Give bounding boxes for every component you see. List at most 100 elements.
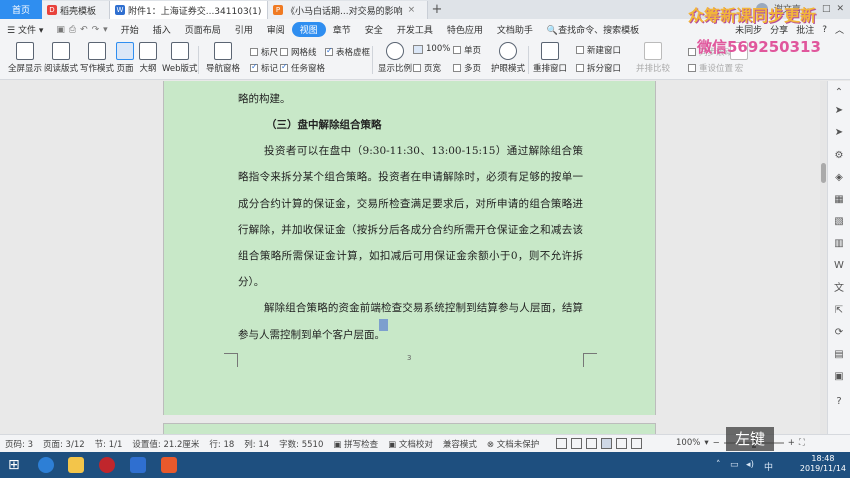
multi-page-button[interactable]: 多页 xyxy=(453,62,481,74)
tab-home[interactable]: 首页 xyxy=(0,0,42,19)
app-red-icon[interactable] xyxy=(99,457,115,473)
split-window-button[interactable]: 拆分窗口 xyxy=(576,62,621,74)
close-window-icon[interactable]: ✕ xyxy=(836,4,844,14)
menu-doc-assistant[interactable]: 文档助手 xyxy=(490,23,540,36)
eye-mode-button[interactable]: 护眼模式 xyxy=(491,42,525,74)
table-dashed-checkbox[interactable]: 表格虚框 xyxy=(325,46,370,58)
single-page-button[interactable]: 单页 xyxy=(453,44,481,56)
page-view-button[interactable]: 页面 xyxy=(116,42,134,74)
sogou-icon[interactable] xyxy=(38,457,54,473)
scrollbar-thumb[interactable] xyxy=(821,163,826,183)
write-view-icon[interactable] xyxy=(586,438,597,449)
network-icon[interactable]: ▭ xyxy=(730,460,739,470)
web-view-icon[interactable] xyxy=(616,438,627,449)
table-icon[interactable]: ▦ xyxy=(833,194,845,206)
translate-icon[interactable]: 文 xyxy=(833,283,845,295)
menu-featured-apps[interactable]: 特色应用 xyxy=(440,23,490,36)
ruler-checkbox[interactable]: 标尺 xyxy=(250,46,278,58)
menu-references[interactable]: 引用 xyxy=(228,23,260,36)
wps-icon[interactable]: W xyxy=(833,260,845,272)
document-icon[interactable]: ▤ xyxy=(833,349,845,361)
redo-icon[interactable]: ↷ xyxy=(92,25,100,35)
pointer-icon[interactable]: ➤ xyxy=(833,105,845,117)
eye-view-icon[interactable] xyxy=(631,438,642,449)
menu-developer-tools[interactable]: 开发工具 xyxy=(390,23,440,36)
paragraph[interactable]: 略的构建。 xyxy=(238,81,583,112)
outline-button[interactable]: 大纲 xyxy=(139,42,157,74)
chart-icon[interactable]: ▥ xyxy=(833,238,845,250)
new-tab-button[interactable]: + xyxy=(428,1,446,19)
menu-review[interactable]: 审阅 xyxy=(260,23,292,36)
side-by-side-button[interactable]: 并排比较 xyxy=(636,42,670,74)
document-text[interactable]: 略的构建。 （三）盘中解除组合策略 投资者可以在盘中（9:30-11:30、13… xyxy=(238,81,583,348)
zoom-level[interactable]: 100% xyxy=(676,438,700,448)
paragraph[interactable]: 解除组合策略的资金前端检查交易系统控制到结算参与人层面，结算参与人需控制到单个客… xyxy=(238,295,583,347)
pointer-icon[interactable]: ➤ xyxy=(833,127,845,139)
write-mode-button[interactable]: 写作模式 xyxy=(80,42,114,74)
reset-position-button[interactable]: 重设位置 xyxy=(688,62,733,74)
status-col[interactable]: 列: 14 xyxy=(239,438,274,450)
collapse-ribbon-icon[interactable]: ︿ xyxy=(835,23,844,36)
section-heading[interactable]: （三）盘中解除组合策略 xyxy=(238,112,583,138)
read-mode-button[interactable]: 阅读版式 xyxy=(44,42,78,74)
status-setting[interactable]: 设置值: 21.2厘米 xyxy=(127,438,204,450)
menu-chapter[interactable]: 章节 xyxy=(326,23,358,36)
zoom-100-button[interactable]: 100% xyxy=(413,44,450,54)
status-wordcount[interactable]: 字数: 5510 xyxy=(274,438,328,450)
clock[interactable]: 18:48 2019/11/14 xyxy=(800,454,846,474)
gridlines-checkbox[interactable]: 网格线 xyxy=(280,46,317,58)
command-search[interactable]: 🔍查找命令、搜索模板 xyxy=(540,23,646,36)
page-width-button[interactable]: 页宽 xyxy=(413,62,441,74)
nav-pane-button[interactable]: 导航窗格 xyxy=(206,42,240,74)
spell-check-button[interactable]: ▣ 拼写检查 xyxy=(328,438,383,450)
document-page[interactable]: 略的构建。 （三）盘中解除组合策略 投资者可以在盘中（9:30-11:30、13… xyxy=(163,81,656,415)
menu-view[interactable]: 视图 xyxy=(291,22,326,37)
folder-icon[interactable] xyxy=(68,457,84,473)
tab-document-2[interactable]: P 《小马白话期...对交易的影响 × xyxy=(268,1,428,19)
close-icon[interactable]: × xyxy=(408,5,416,15)
print-icon[interactable]: ⎙ xyxy=(69,25,76,35)
read-view-icon[interactable] xyxy=(571,438,582,449)
web-view-button[interactable]: Web版式 xyxy=(162,42,198,74)
task-pane-checkbox[interactable]: 任务窗格 xyxy=(280,62,325,74)
paragraph[interactable]: 投资者可以在盘中（9:30-11:30、13:00-15:15）通过解除组合策略… xyxy=(238,138,583,295)
proofread-button[interactable]: ▣ 文档校对 xyxy=(383,438,438,450)
shapes-icon[interactable]: ◈ xyxy=(833,172,845,184)
archive-icon[interactable]: ▣ xyxy=(833,371,845,383)
help-icon[interactable]: ? xyxy=(822,25,827,35)
tab-docer-templates[interactable]: D 稻壳模板 xyxy=(42,1,110,19)
chevron-down-icon[interactable]: ▾ xyxy=(704,438,708,448)
zoom-out-icon[interactable]: − xyxy=(713,438,720,448)
fullscreen-button[interactable]: 全屏显示 xyxy=(8,42,42,74)
status-section[interactable]: 节: 1/1 xyxy=(90,438,128,450)
vertical-scrollbar[interactable] xyxy=(820,81,827,434)
status-page-of[interactable]: 页面: 3/12 xyxy=(38,438,90,450)
file-menu[interactable]: ☰ 文件 ▾ xyxy=(0,23,50,36)
chevron-up-icon[interactable]: ⌃ xyxy=(833,87,845,99)
tray-chevron-icon[interactable]: ˄ xyxy=(716,460,721,470)
windows-start-icon[interactable]: ⊞ xyxy=(8,457,24,473)
compat-mode[interactable]: 兼容模式 xyxy=(438,438,482,450)
menu-page-layout[interactable]: 页面布局 xyxy=(178,23,228,36)
save-icon[interactable]: ▣ xyxy=(56,25,65,35)
zoom-in-icon[interactable]: + xyxy=(788,438,795,448)
chevron-down-icon[interactable]: ▾ xyxy=(103,25,108,35)
wps-writer-icon[interactable] xyxy=(130,457,146,473)
rearrange-windows-button[interactable]: 重排窗口 xyxy=(533,42,567,74)
image-icon[interactable]: ▧ xyxy=(833,216,845,228)
menu-security[interactable]: 安全 xyxy=(358,23,390,36)
video-player-icon[interactable] xyxy=(161,457,177,473)
volume-icon[interactable]: ◂) xyxy=(746,460,754,470)
tab-document-1[interactable]: W 附件1：上海证券交...341103(1) × xyxy=(110,1,268,19)
status-page-no[interactable]: 页码: 3 xyxy=(0,438,38,450)
fit-icon[interactable]: ⛶ xyxy=(799,438,805,448)
outline-view-icon[interactable] xyxy=(556,438,567,449)
undo-icon[interactable]: ↶ xyxy=(80,25,88,35)
menu-insert[interactable]: 插入 xyxy=(146,23,178,36)
ime-language[interactable]: 中 xyxy=(764,460,773,473)
menu-start[interactable]: 开始 xyxy=(114,23,146,36)
status-row[interactable]: 行: 18 xyxy=(204,438,239,450)
new-window-button[interactable]: 新建窗口 xyxy=(576,44,621,56)
marks-checkbox[interactable]: 标记 xyxy=(250,62,278,74)
adjust-icon[interactable]: ⚙ xyxy=(833,150,845,162)
